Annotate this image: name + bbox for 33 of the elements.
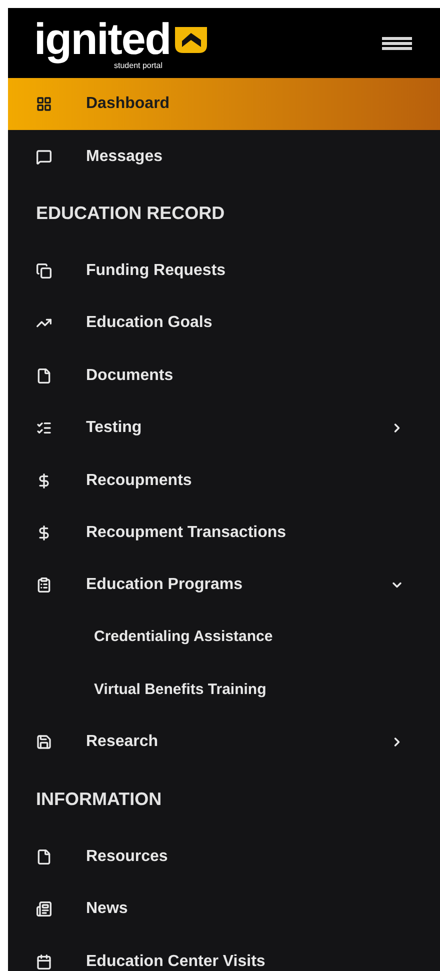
cards-icon [36, 262, 52, 279]
nav-item[interactable]: Research [8, 716, 440, 769]
nav-item[interactable]: Education Programs [8, 559, 440, 612]
nav-item[interactable]: Recoupment Transactions [8, 506, 440, 560]
nav-item[interactable]: News [8, 883, 440, 936]
shield-logo-icon [172, 24, 209, 54]
list-icon [36, 420, 52, 436]
grid-icon [36, 96, 52, 112]
section-heading: INFORMATION [36, 788, 162, 812]
sub-nav-item[interactable]: Virtual Benefits Training [8, 664, 440, 716]
document-icon [36, 368, 52, 384]
dollar-icon [36, 524, 52, 541]
logo-subtitle: student portal [114, 60, 162, 70]
message-icon [36, 148, 52, 165]
clipboard-icon [36, 577, 52, 594]
menu-button[interactable] [382, 36, 412, 50]
nav-item[interactable]: Documents [8, 350, 440, 402]
section-heading: EDUCATION RECORD [36, 202, 225, 226]
logo-text: ignited [34, 16, 171, 62]
newspaper-icon [36, 901, 52, 918]
nav-item[interactable]: Resources [8, 830, 440, 884]
dollar-icon [36, 472, 52, 489]
nav-item[interactable]: Recoupments [8, 454, 440, 507]
nav-item[interactable]: Funding Requests [8, 244, 440, 298]
calendar-icon [36, 954, 52, 970]
sub-nav-item[interactable]: Credentialing Assistance [8, 612, 440, 664]
nav-item[interactable]: Dashboard [8, 78, 440, 130]
nav-item[interactable]: Education Goals [8, 297, 440, 350]
nav-item[interactable]: Messages [8, 130, 440, 183]
nav-item[interactable]: Education Center Visits [8, 935, 440, 971]
nav-item[interactable]: Testing [8, 402, 440, 454]
document-icon [36, 848, 52, 865]
menu-icon [382, 36, 412, 50]
